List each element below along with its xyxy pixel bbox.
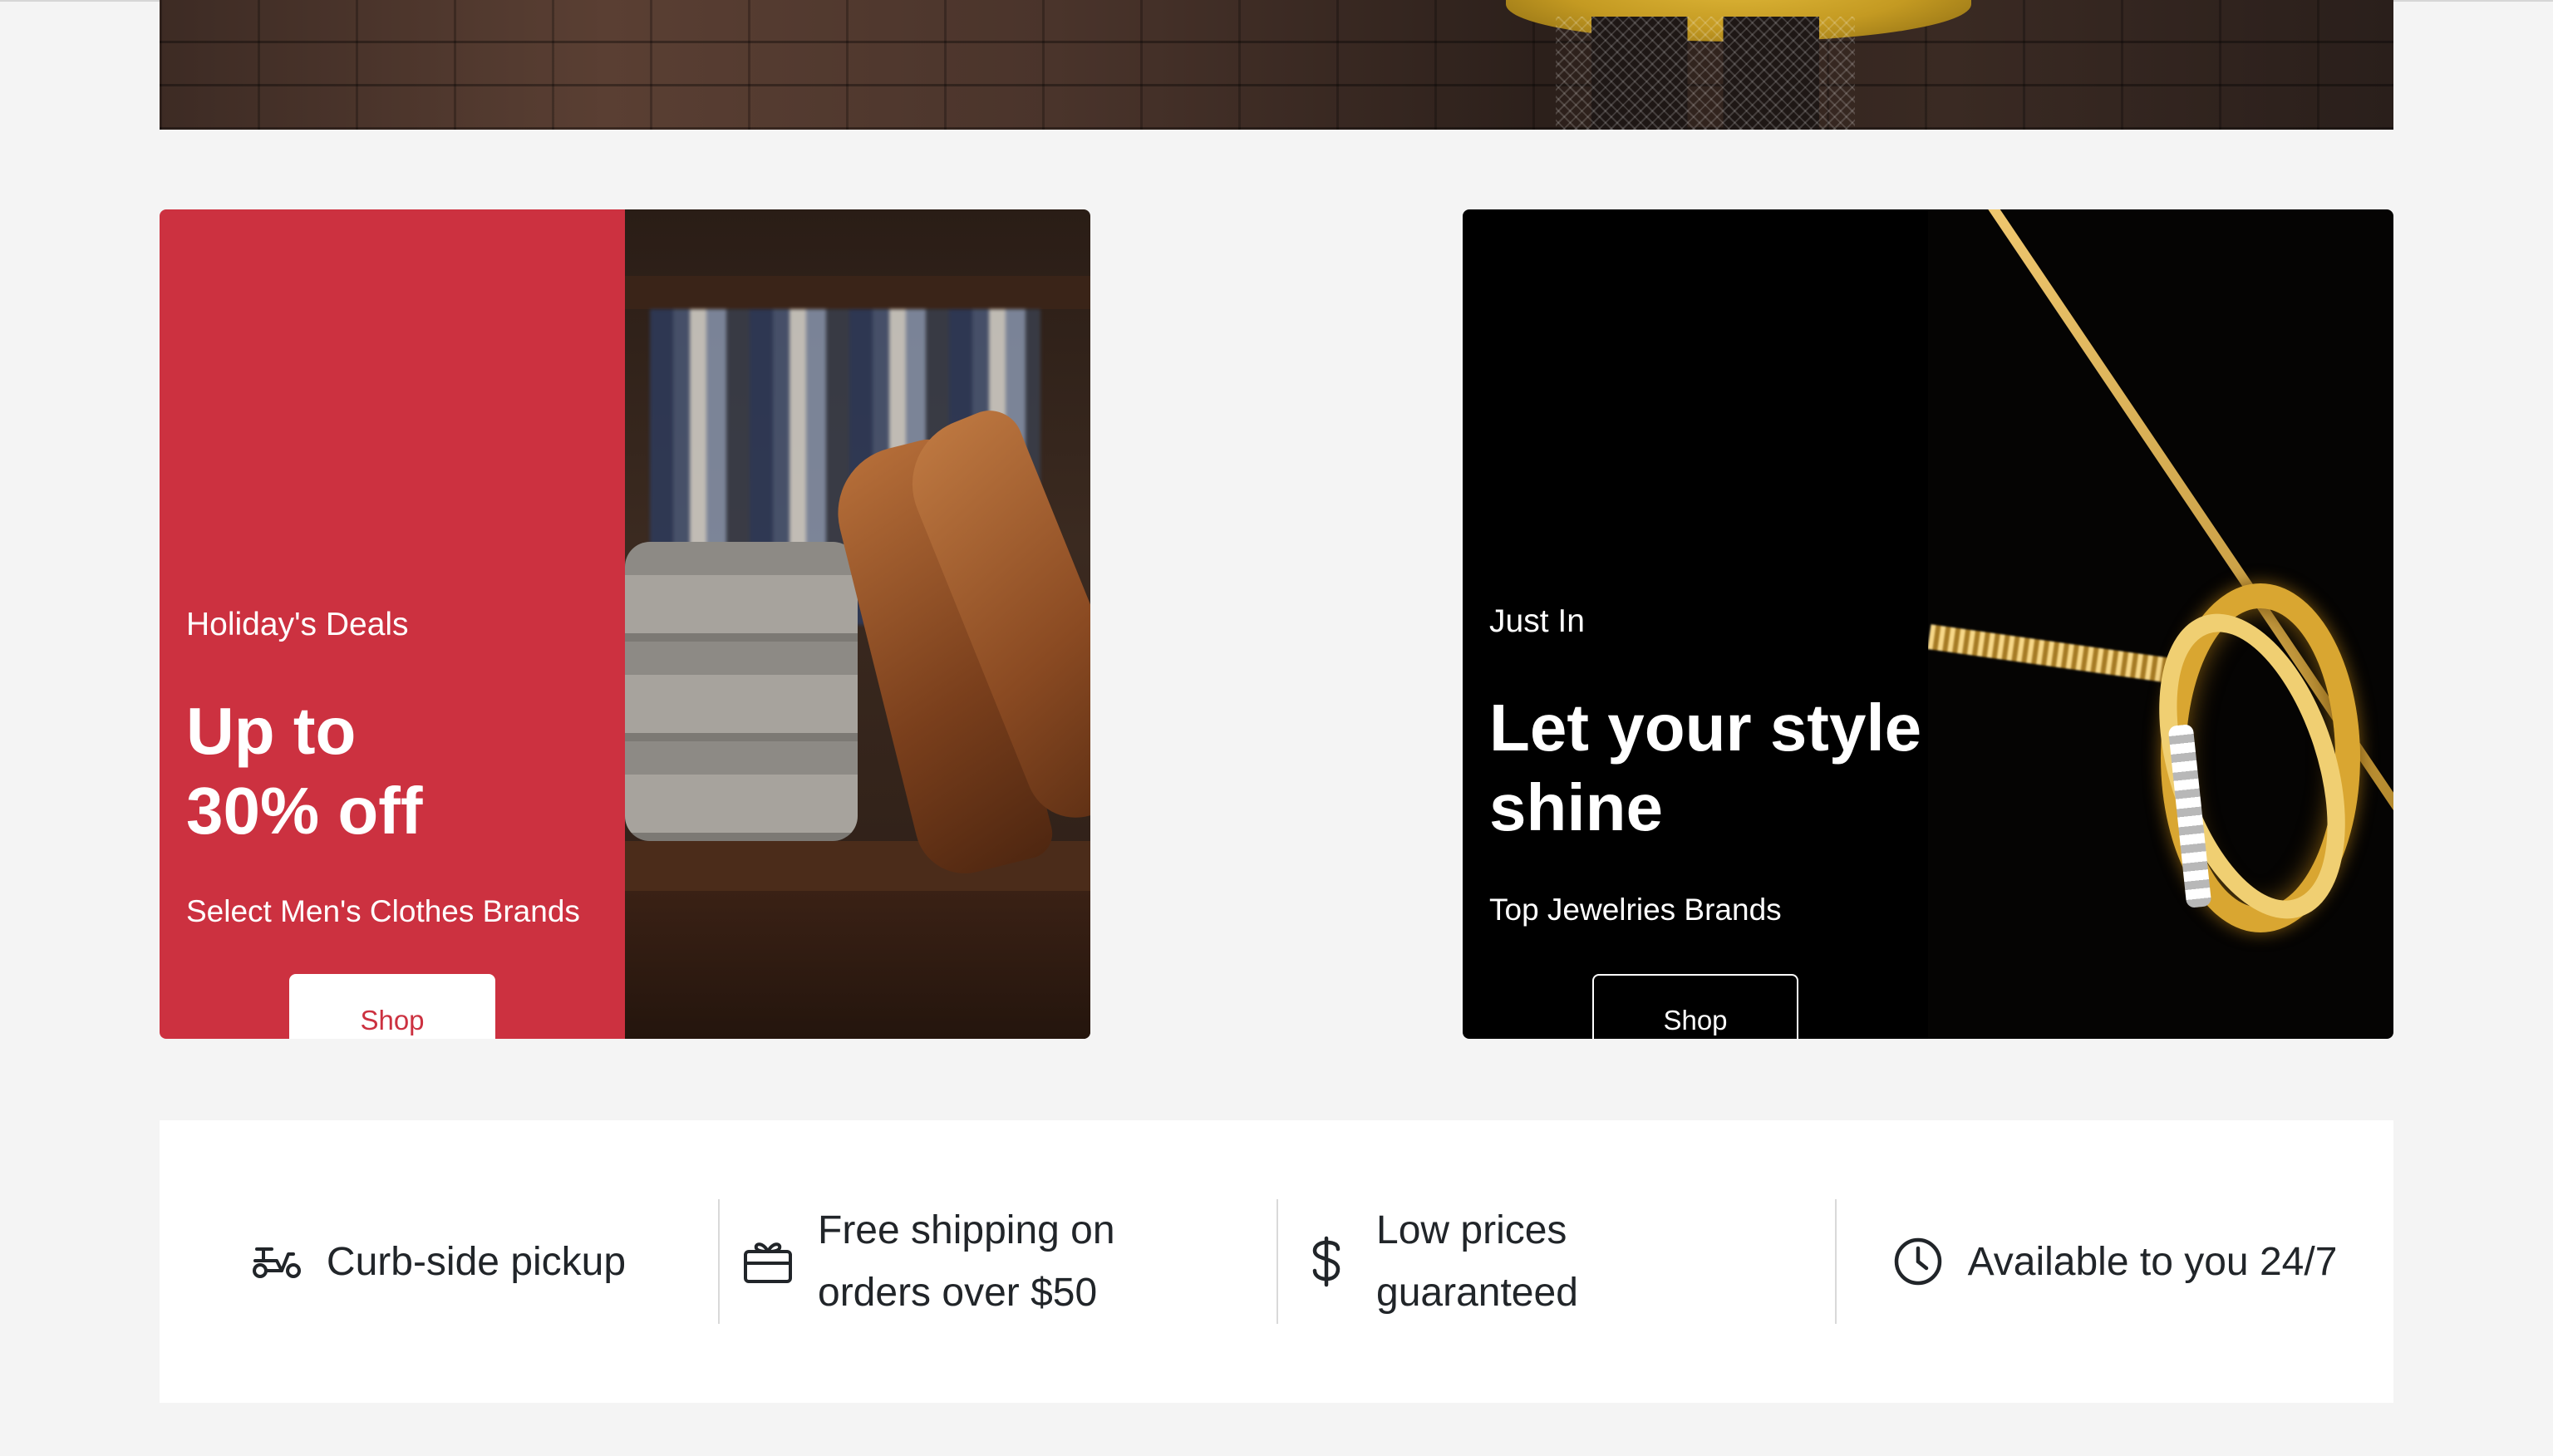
promo-headline-line2: 30% off: [186, 774, 423, 848]
promo-kicker: Holiday's Deals: [186, 607, 409, 642]
promo-card-mens-clothes: Holiday's Deals Up to 30% off Select Men…: [160, 209, 1090, 1039]
promo-headline-line1: Let your style: [1489, 691, 1922, 765]
hero-banner-image: [160, 0, 2393, 130]
promo-subtitle: Top Jewelries Brands: [1489, 893, 1782, 927]
shop-button-jewelry[interactable]: Shop: [1592, 974, 1798, 1039]
feature-available: Available to you 24/7: [1835, 1199, 2393, 1324]
feature-curbside: Curb-side pickup: [160, 1199, 718, 1324]
feature-label: Available to you 24/7: [1967, 1239, 2338, 1284]
promo-headline-line2: shine: [1489, 770, 1663, 844]
promo-text-panel: Holiday's Deals Up to 30% off Select Men…: [160, 209, 625, 1039]
feature-label: Free shipping on orders over $50: [818, 1208, 1115, 1315]
promo-image-jewelry: [1928, 209, 2393, 1039]
feature-label: Low prices guaranteed: [1376, 1208, 1578, 1315]
gift-card-icon: [743, 1237, 793, 1286]
scooter-icon: [252, 1237, 302, 1286]
promo-headline: Up to 30% off: [186, 691, 423, 851]
promo-card-jewelry: Just In Let your style shine Top Jewelri…: [1463, 209, 2393, 1039]
hero-fishnet-detail: [1556, 17, 1855, 130]
promo-image-mens-clothes: [625, 209, 1090, 1039]
feature-free-shipping: Free shipping on orders over $50: [718, 1199, 1276, 1324]
dollar-icon: [1301, 1236, 1351, 1287]
promo-subtitle: Select Men's Clothes Brands: [186, 894, 580, 928]
promo-text-panel: Just In Let your style shine Top Jewelri…: [1463, 209, 1928, 1039]
clock-icon: [1893, 1237, 1943, 1286]
feature-label: Curb-side pickup: [326, 1239, 627, 1284]
feature-low-prices: Low prices guaranteed: [1276, 1199, 1835, 1324]
promo-kicker: Just In: [1489, 603, 1585, 639]
promo-headline: Let your style shine: [1489, 688, 1921, 848]
shop-button-mens[interactable]: Shop: [289, 974, 495, 1039]
features-bar: Curb-side pickup Free shipping on orders…: [160, 1120, 2393, 1403]
promo-headline-line1: Up to: [186, 694, 357, 768]
